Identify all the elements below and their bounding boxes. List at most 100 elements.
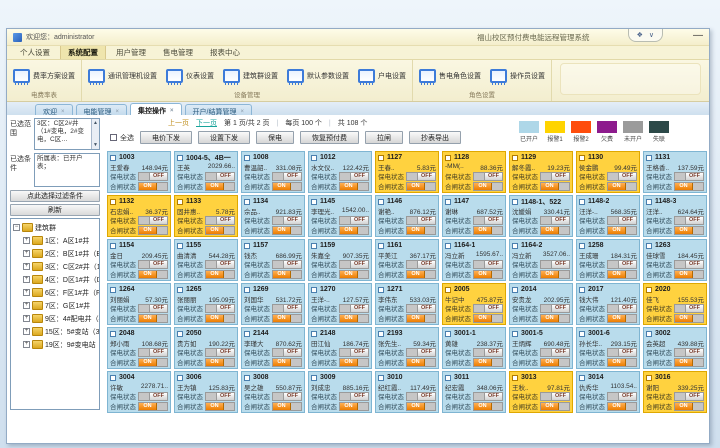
room-checkbox[interactable] xyxy=(244,199,250,205)
switch-status-toggle[interactable]: ON xyxy=(607,182,637,191)
room-checkbox[interactable] xyxy=(579,331,585,337)
switch-status-toggle[interactable]: ON xyxy=(540,226,570,235)
room-card[interactable]: 2193张先生..59.34元保电状态OFF合闸状态ON xyxy=(375,327,439,369)
room-checkbox[interactable] xyxy=(311,155,317,161)
supply-status-toggle[interactable]: OFF xyxy=(272,172,302,181)
supply-status-toggle[interactable]: OFF xyxy=(272,304,302,313)
supply-status-toggle[interactable]: OFF xyxy=(607,216,637,225)
switch-status-toggle[interactable]: ON xyxy=(406,314,436,323)
switch-status-toggle[interactable]: ON xyxy=(205,358,235,367)
supply-status-toggle[interactable]: OFF xyxy=(339,260,369,269)
room-card[interactable]: 1157钱杰686.99元保电状态OFF合闸状态ON xyxy=(241,239,305,281)
switch-status-toggle[interactable]: ON xyxy=(205,270,235,279)
supply-status-toggle[interactable]: OFF xyxy=(406,304,436,313)
supply-status-toggle[interactable]: OFF xyxy=(406,216,436,225)
room-checkbox[interactable] xyxy=(579,287,585,293)
room-checkbox[interactable] xyxy=(311,331,317,337)
switch-status-toggle[interactable]: ON xyxy=(406,402,436,411)
room-card[interactable]: 3001-6孙长华..293.15元保电状态OFF合闸状态ON xyxy=(576,327,640,369)
switch-status-toggle[interactable]: ON xyxy=(607,314,637,323)
expand-icon[interactable]: + xyxy=(23,328,30,335)
switch-status-toggle[interactable]: ON xyxy=(674,358,704,367)
room-card[interactable]: 1127王春..5.83元保电状态OFF合闸状态ON xyxy=(375,151,439,193)
switch-status-toggle[interactable]: ON xyxy=(406,182,436,191)
room-card[interactable]: 3001-1黄雄238.37元保电状态OFF合闸状态ON xyxy=(442,327,506,369)
supply-status-toggle[interactable]: OFF xyxy=(205,392,235,401)
supply-status-toggle[interactable]: OFF xyxy=(473,304,503,313)
supply-status-toggle[interactable]: OFF xyxy=(205,348,235,357)
room-card[interactable]: 1155曲清清544.28元保电状态OFF合闸状态ON xyxy=(174,239,238,281)
supply-status-toggle[interactable]: OFF xyxy=(138,260,168,269)
supply-status-toggle[interactable]: OFF xyxy=(406,392,436,401)
next-page-link[interactable]: 下一页 xyxy=(196,118,217,128)
skin-control[interactable]: ❖ ∨ xyxy=(628,29,663,42)
supply-status-toggle[interactable]: OFF xyxy=(406,260,436,269)
room-card[interactable]: 2148田江仙186.74元保电状态OFF合闸状态ON xyxy=(308,327,372,369)
supply-status-toggle[interactable]: OFF xyxy=(674,392,704,401)
room-card[interactable]: 1164-1冯立新1595.67..保电状态OFF合闸状态ON xyxy=(442,239,506,281)
supply-status-toggle[interactable]: OFF xyxy=(674,348,704,357)
room-checkbox[interactable] xyxy=(512,155,518,161)
supply-status-toggle[interactable]: OFF xyxy=(138,348,168,357)
room-checkbox[interactable] xyxy=(445,243,451,249)
switch-status-toggle[interactable]: ON xyxy=(473,402,503,411)
room-card[interactable]: 3006王为镇125.83元保电状态OFF合闸状态ON xyxy=(174,371,238,413)
switch-status-toggle[interactable]: ON xyxy=(205,314,235,323)
supply-status-toggle[interactable]: OFF xyxy=(473,348,503,357)
ribbon-button-售电角色设置[interactable]: 售电角色设置 xyxy=(416,67,484,85)
room-checkbox[interactable] xyxy=(378,199,384,205)
room-card[interactable]: 1129解冬霞..19.23元保电状态OFF合闸状态ON xyxy=(509,151,573,193)
supply-status-toggle[interactable]: OFF xyxy=(138,216,168,225)
switch-status-toggle[interactable]: ON xyxy=(473,358,503,367)
switch-status-toggle[interactable]: ON xyxy=(272,314,302,323)
supply-status-toggle[interactable]: OFF xyxy=(674,172,704,181)
switch-status-toggle[interactable]: ON xyxy=(138,402,168,411)
tree-item[interactable]: +1区：A区1#井 xyxy=(23,234,99,247)
room-card[interactable]: 1146谢艳..876.12元保电状态OFF合闸状态ON xyxy=(375,195,439,237)
room-card[interactable]: 3013王秋..97.81元保电状态OFF合闸状态ON xyxy=(509,371,573,413)
room-card[interactable]: 1134佘品..921.83元保电状态OFF合闸状态ON xyxy=(241,195,305,237)
expand-icon[interactable]: + xyxy=(23,237,30,244)
tab-close-icon[interactable]: × xyxy=(241,109,245,115)
menu-item-报表中心[interactable]: 报表中心 xyxy=(203,46,247,59)
room-card[interactable]: 1265张丽丽195.09元保电状态OFF合闸状态ON xyxy=(174,283,238,325)
room-card[interactable]: 3004许敏2278.71..保电状态OFF合闸状态ON xyxy=(107,371,171,413)
room-checkbox[interactable] xyxy=(244,375,250,381)
switch-status-toggle[interactable]: ON xyxy=(339,402,369,411)
room-checkbox[interactable] xyxy=(646,155,652,161)
room-checkbox[interactable] xyxy=(311,199,317,205)
switch-status-toggle[interactable]: ON xyxy=(205,182,235,191)
supply-status-toggle[interactable]: OFF xyxy=(339,216,369,225)
supply-status-toggle[interactable]: OFF xyxy=(406,172,436,181)
toolbar-button-电价下发[interactable]: 电价下发 xyxy=(140,131,192,144)
room-card[interactable]: 1263佳球雪184.45元保电状态OFF合闸状态ON xyxy=(643,239,707,281)
room-checkbox[interactable] xyxy=(512,243,518,249)
room-card[interactable]: 1133固井惠..5.78元保电状态OFF合闸状态ON xyxy=(174,195,238,237)
tree-item[interactable]: +7区：G区1#井 xyxy=(23,299,99,312)
room-checkbox[interactable] xyxy=(646,287,652,293)
switch-status-toggle[interactable]: ON xyxy=(540,402,570,411)
room-checkbox[interactable] xyxy=(579,375,585,381)
room-card[interactable]: 1161平美江367.17元保电状态OFF合闸状态ON xyxy=(375,239,439,281)
menu-item-售电管理[interactable]: 售电管理 xyxy=(156,46,200,59)
tree-root[interactable]: −建筑群 xyxy=(13,221,99,234)
switch-status-toggle[interactable]: ON xyxy=(138,270,168,279)
expand-icon[interactable]: + xyxy=(23,341,30,348)
supply-status-toggle[interactable]: OFF xyxy=(339,392,369,401)
supply-status-toggle[interactable]: OFF xyxy=(272,260,302,269)
room-checkbox[interactable] xyxy=(244,287,250,293)
supply-status-toggle[interactable]: OFF xyxy=(473,216,503,225)
switch-status-toggle[interactable]: ON xyxy=(138,358,168,367)
switch-status-toggle[interactable]: ON xyxy=(205,402,235,411)
choose-filter-button[interactable]: 点此选择过滤条件 xyxy=(10,190,100,202)
room-card[interactable]: 2017钱大伟121.40元保电状态OFF合闸状态ON xyxy=(576,283,640,325)
room-checkbox[interactable] xyxy=(378,287,384,293)
switch-status-toggle[interactable]: ON xyxy=(138,314,168,323)
room-card[interactable]: 1147谢琳687.52元保电状态OFF合闸状态ON xyxy=(442,195,506,237)
room-card[interactable]: 1258王成珊184.31元保电状态OFF合闸状态ON xyxy=(576,239,640,281)
room-card[interactable]: 3010纪红霞..117.49元保电状态OFF合闸状态ON xyxy=(375,371,439,413)
room-card[interactable]: 2005牛记中475.87元保电状态OFF合闸状态ON xyxy=(442,283,506,325)
supply-status-toggle[interactable]: OFF xyxy=(339,348,369,357)
room-card[interactable]: 1145李理光..1542.00..保电状态OFF合闸状态ON xyxy=(308,195,372,237)
supply-status-toggle[interactable]: OFF xyxy=(607,392,637,401)
